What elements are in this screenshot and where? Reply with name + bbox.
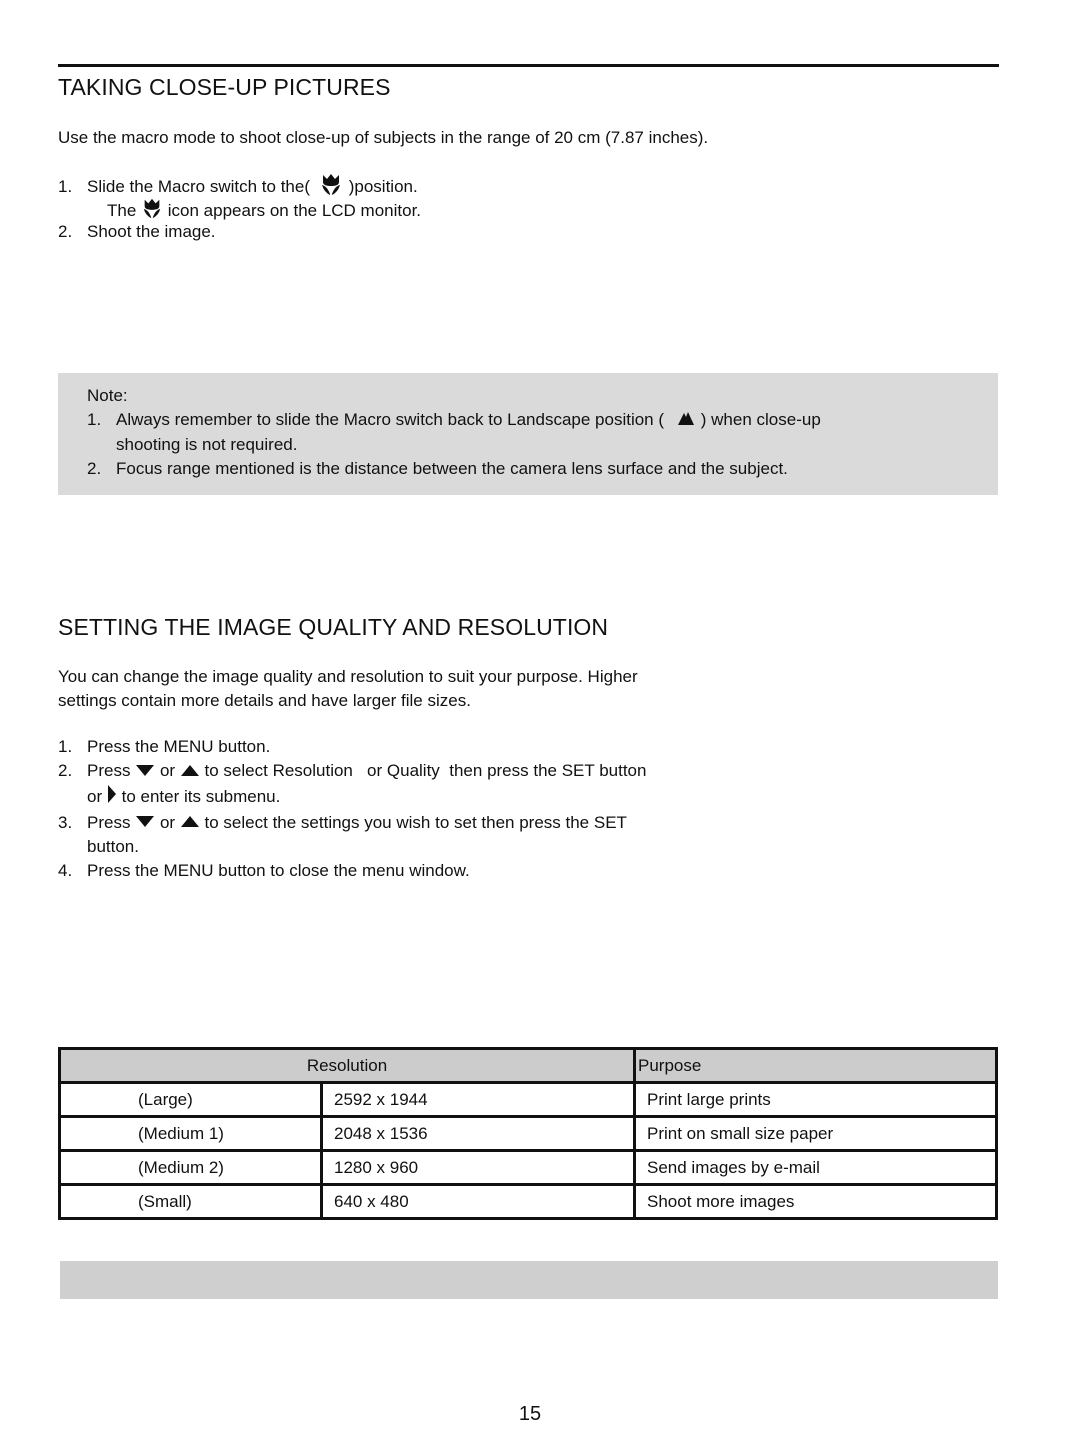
step-text: to select the settings you wish to set t… bbox=[204, 812, 627, 832]
step-text: Press the MENU button to close the menu … bbox=[87, 861, 470, 881]
note-text-post: ) when close-up bbox=[700, 410, 821, 429]
landscape-mountain-icon bbox=[677, 409, 695, 433]
step-number: 1. bbox=[58, 737, 73, 756]
step-text: or bbox=[159, 812, 176, 832]
up-arrow-icon bbox=[180, 811, 200, 835]
intro-line-2: settings contain more details and have l… bbox=[58, 691, 471, 710]
note-text: Focus range mentioned is the distance be… bbox=[116, 458, 788, 478]
resolution-table: Resolution Purpose (Large) 2592 x 1944 P… bbox=[58, 1047, 998, 1220]
step-number: 3. bbox=[58, 812, 73, 832]
step-text: Press bbox=[87, 761, 131, 780]
step-sub-text-post: icon appears on the LCD monitor. bbox=[167, 200, 422, 220]
table-row: (Medium 2) 1280 x 960 Send images by e-m… bbox=[58, 1149, 998, 1186]
note-item-1-cont: shooting is not required. bbox=[116, 434, 298, 454]
note-item-2: 2. Focus range mentioned is the distance … bbox=[87, 457, 821, 481]
table-header-row: Resolution Purpose bbox=[58, 1047, 998, 1084]
quality-step-2-cont: or to enter its submenu. bbox=[58, 784, 646, 811]
up-arrow-icon bbox=[180, 760, 200, 784]
step-number: 2. bbox=[58, 761, 73, 780]
section-title-close-up: TAKING CLOSE-UP PICTURES bbox=[58, 74, 391, 100]
down-arrow-icon bbox=[135, 760, 155, 784]
cell-size: (Small) bbox=[58, 1183, 323, 1220]
page-number: 15 bbox=[518, 1403, 542, 1425]
quality-step-4: 4. Press the MENU button to close the men… bbox=[58, 859, 646, 883]
note-number: 1. bbox=[87, 410, 102, 429]
table-row: (Small) 640 x 480 Shoot more images bbox=[58, 1183, 998, 1220]
step-number: 4. bbox=[58, 861, 73, 881]
step-number: 2. bbox=[58, 222, 73, 241]
table-row: (Large) 2592 x 1944 Print large prints bbox=[58, 1081, 998, 1118]
note-box: Note: 1. Always remember to slide the Mac… bbox=[58, 373, 998, 495]
close-up-intro: Use the macro mode to shoot close-up of … bbox=[58, 128, 709, 147]
cell-size: (Medium 1) bbox=[58, 1115, 323, 1152]
step-sub-text: The bbox=[107, 200, 137, 220]
quality-step-2: 2. Press or to select Resolution or Quali… bbox=[58, 759, 646, 784]
note-item-1: 1. Always remember to slide the Macro swi… bbox=[87, 408, 821, 433]
cell-purpose: Send images by e-mail bbox=[633, 1149, 998, 1186]
quality-step-3: 3. Press or to select the settings you wi… bbox=[58, 811, 646, 836]
down-arrow-icon bbox=[135, 811, 155, 835]
close-up-step-2: 2. Shoot the image. bbox=[58, 220, 216, 244]
cell-purpose: Print large prints bbox=[633, 1081, 998, 1118]
cell-purpose: Shoot more images bbox=[633, 1183, 998, 1220]
cell-size: (Medium 2) bbox=[58, 1149, 323, 1186]
note-number: 2. bbox=[87, 458, 102, 478]
note-text: Always remember to slide the Macro switc… bbox=[116, 410, 665, 429]
step-text: to enter its submenu. bbox=[121, 786, 281, 806]
cell-pixels: 2048 x 1536 bbox=[320, 1115, 636, 1152]
header-purpose: Purpose bbox=[633, 1047, 998, 1084]
right-arrow-icon bbox=[107, 784, 117, 811]
quality-intro: You can change the image quality and res… bbox=[58, 665, 638, 713]
quality-step-3-cont: button. bbox=[87, 837, 139, 857]
header-resolution: Resolution bbox=[58, 1047, 636, 1084]
step-text: Press the MENU button. bbox=[87, 737, 271, 756]
step-number: 1. bbox=[58, 176, 73, 196]
note-label: Note: bbox=[87, 386, 128, 405]
step-text: or bbox=[87, 786, 103, 806]
section-title-quality-resolution: SETTING THE IMAGE QUALITY AND RESOLUTION bbox=[58, 614, 609, 640]
cell-purpose: Print on small size paper bbox=[633, 1115, 998, 1152]
step-text: or bbox=[159, 761, 176, 780]
step-text: Shoot the image. bbox=[87, 222, 216, 241]
quality-steps: 1. Press the MENU button. 2. Press or to s… bbox=[58, 735, 646, 883]
cell-size: (Large) bbox=[58, 1081, 323, 1118]
cell-pixels: 640 x 480 bbox=[320, 1183, 636, 1220]
step-text: Slide the Macro switch to the( bbox=[87, 176, 310, 196]
intro-line-1: You can change the image quality and res… bbox=[58, 667, 638, 686]
table-row: (Medium 1) 2048 x 1536 Print on small si… bbox=[58, 1115, 998, 1152]
top-rule bbox=[58, 64, 999, 67]
step-text: to select Resolution or Quality then pre… bbox=[204, 761, 647, 780]
quality-step-1: 1. Press the MENU button. bbox=[58, 735, 646, 759]
step-text-post: )position. bbox=[348, 176, 418, 196]
step-text: Press bbox=[87, 812, 131, 832]
cell-pixels: 1280 x 960 bbox=[320, 1149, 636, 1186]
gray-band bbox=[60, 1261, 998, 1299]
cell-pixels: 2592 x 1944 bbox=[320, 1081, 636, 1118]
